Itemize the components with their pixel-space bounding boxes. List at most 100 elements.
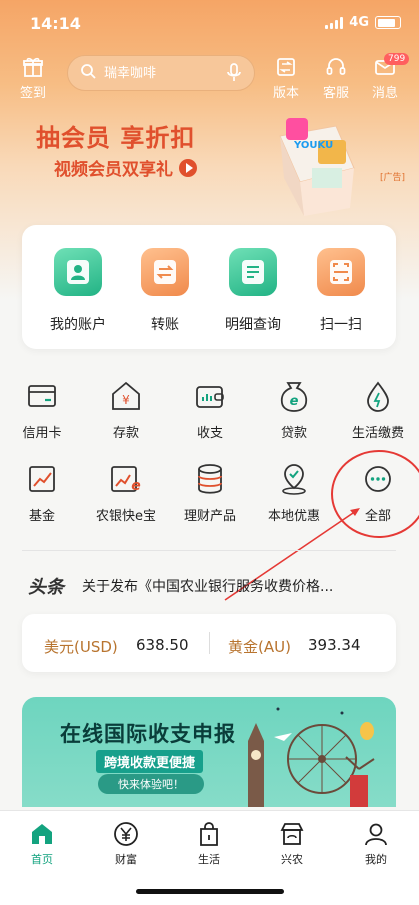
play-icon	[179, 158, 197, 177]
service-label: 农银快e宝	[96, 509, 156, 524]
service-label: 贷款	[280, 426, 307, 441]
usd-value: 638.50	[136, 636, 189, 654]
service-wealth-product[interactable]: 理财产品	[168, 461, 252, 524]
svg-text:e: e	[131, 478, 141, 494]
service-credit-card[interactable]: 信用卡	[0, 378, 84, 441]
service-label: 生活缴费	[351, 426, 404, 441]
message-label: 消息	[371, 86, 398, 101]
service-deposit[interactable]: ¥ 存款	[84, 378, 168, 441]
gold-value: 393.34	[308, 636, 361, 654]
deposit-icon: ¥	[84, 378, 168, 414]
headline-text: 关于发布《中国农业银行服务收费价格...	[82, 579, 334, 595]
location-icon	[252, 461, 336, 497]
quick-action-account[interactable]: 我的账户	[33, 248, 123, 334]
tab-agriculture[interactable]: 兴农	[262, 820, 322, 867]
wealth-product-icon	[168, 461, 252, 497]
headset-icon	[313, 55, 359, 79]
network-type: 4G	[349, 15, 369, 30]
user-icon	[346, 820, 406, 848]
annotation-circle	[331, 450, 419, 538]
service-e-bao[interactable]: e 农银快e宝	[84, 461, 168, 524]
home-indicator	[136, 889, 284, 894]
promo-subtitle: 视频会员双享礼	[54, 160, 173, 180]
ad-tag: [广告]	[380, 173, 406, 183]
service-label: 基金	[28, 509, 55, 524]
loan-icon: e	[252, 378, 336, 414]
e-bao-icon: e	[84, 461, 168, 497]
service-label: 理财产品	[183, 509, 236, 524]
service-label: 存款	[112, 426, 139, 441]
status-indicators: 4G	[325, 15, 401, 30]
transfer-icon	[141, 248, 189, 296]
signin-button[interactable]: 签到	[10, 55, 56, 101]
signal-icon	[325, 16, 344, 29]
tab-mine[interactable]: 我的	[346, 820, 406, 867]
youku-logo-text: YOUKU	[293, 140, 333, 151]
cross-border-subtitle: 跨境收款更便捷	[96, 750, 204, 773]
gift-icon	[10, 55, 56, 79]
service-label: 客服	[322, 86, 349, 101]
gold-label: 黄金(AU)	[228, 638, 291, 656]
usd-label: 美元(USD)	[44, 638, 118, 656]
quick-action-label: 明细查询	[225, 317, 281, 333]
promo-subtitle-row: 视频会员双享礼	[54, 155, 197, 180]
service-label: 收支	[196, 426, 223, 441]
service-local-offers[interactable]: 本地优惠	[252, 461, 336, 524]
service-income-expense[interactable]: 收支	[168, 378, 252, 441]
yen-icon	[96, 820, 156, 848]
account-icon	[54, 248, 102, 296]
tab-life[interactable]: 生活	[179, 820, 239, 867]
tab-home[interactable]: 首页	[12, 820, 72, 867]
tab-label: 兴农	[281, 853, 303, 866]
service-utility-payment[interactable]: 生活缴费	[336, 378, 419, 441]
customer-service-button[interactable]: 客服	[313, 55, 359, 101]
cross-border-title: 在线国际收支申报	[60, 722, 236, 746]
battery-icon	[375, 16, 401, 29]
credit-card-icon	[0, 378, 84, 414]
detail-icon	[229, 248, 277, 296]
rate-separator	[209, 632, 210, 654]
search-input[interactable]	[102, 64, 226, 82]
service-fund[interactable]: 基金	[0, 461, 84, 524]
headline-news[interactable]: 头条 关于发布《中国农业银行服务收费价格...	[28, 573, 388, 599]
tab-label: 生活	[198, 853, 220, 866]
tab-label: 财富	[115, 853, 137, 866]
home-icon	[12, 820, 72, 848]
microphone-icon[interactable]	[226, 63, 242, 87]
svg-text:e: e	[290, 394, 299, 409]
status-time: 14:14	[30, 14, 81, 33]
headline-tag: 头条	[28, 577, 64, 598]
tab-wealth[interactable]: 财富	[96, 820, 156, 867]
message-badge: 799	[384, 53, 410, 65]
search-bar[interactable]	[67, 55, 255, 91]
promo-title: 抽会员 享折扣	[36, 124, 196, 152]
status-bar: 14:14 4G	[0, 0, 419, 48]
section-divider	[22, 550, 396, 551]
shop-icon	[262, 820, 322, 848]
fund-icon	[0, 461, 84, 497]
scan-icon	[317, 248, 365, 296]
bag-icon	[179, 820, 239, 848]
search-icon	[80, 63, 96, 83]
quick-action-scan[interactable]: 扫一扫	[296, 248, 386, 334]
wallet-icon	[168, 378, 252, 414]
utility-icon	[336, 378, 419, 414]
quick-action-label: 我的账户	[50, 317, 106, 333]
quick-action-label: 扫一扫	[320, 317, 362, 333]
version-icon	[263, 55, 309, 79]
cross-border-banner[interactable]	[22, 697, 396, 807]
quick-action-transfer[interactable]: 转账	[120, 248, 210, 334]
tab-label: 我的	[365, 853, 387, 866]
svg-text:¥: ¥	[122, 393, 130, 407]
landmarks-illustration	[248, 707, 375, 807]
service-label: 本地优惠	[267, 509, 320, 524]
service-loan[interactable]: e 贷款	[252, 378, 336, 441]
tab-label: 首页	[31, 853, 53, 866]
signin-label: 签到	[19, 86, 46, 101]
version-button[interactable]: 版本	[263, 55, 309, 101]
version-label: 版本	[272, 86, 299, 101]
try-now-button[interactable]: 快来体验吧！	[98, 774, 204, 794]
app-root: 14:14 4G 签到 版本 客服	[0, 0, 419, 905]
quick-action-label: 转账	[151, 317, 179, 333]
quick-action-detail-query[interactable]: 明细查询	[208, 248, 298, 334]
